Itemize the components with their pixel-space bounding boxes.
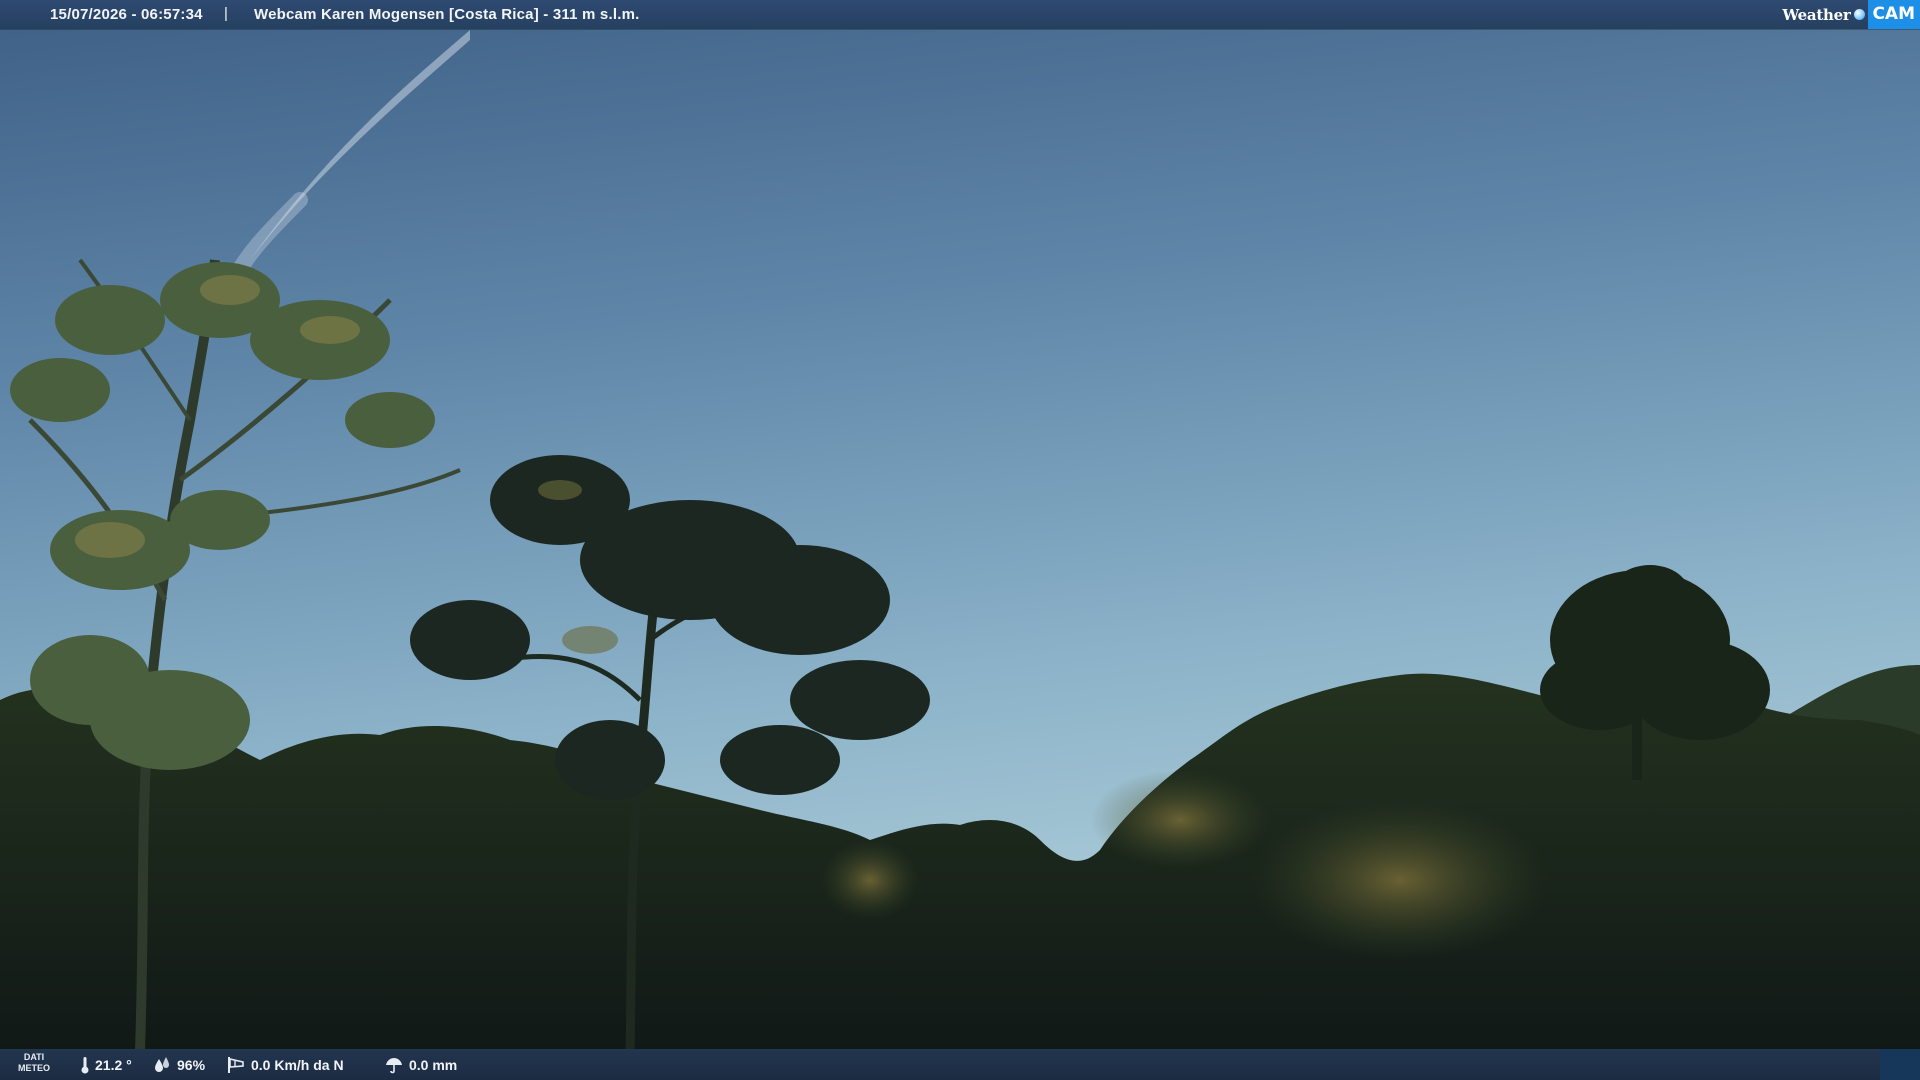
logo-dot-icon bbox=[1854, 9, 1866, 20]
capture-datetime: 15/07/2026 - 06:57:34 bbox=[50, 6, 203, 23]
weather-data-label: DATI METEO bbox=[18, 1052, 51, 1073]
temperature-reading: 21.2 ° bbox=[80, 1056, 132, 1074]
weather-data-bar: DATI METEO 21.2 ° 96% 0.0 Km/h da N 0.0 … bbox=[0, 1049, 1920, 1080]
rain-value: 0.0 mm bbox=[409, 1057, 458, 1073]
rain-reading: 0.0 mm bbox=[384, 1056, 457, 1074]
wind-value: 0.0 Km/h da N bbox=[251, 1057, 344, 1073]
header-separator: | bbox=[224, 5, 228, 22]
humidity-drops-icon bbox=[155, 1057, 169, 1072]
bottom-bar-corner bbox=[1880, 1049, 1920, 1080]
humidity-reading: 96% bbox=[152, 1056, 205, 1074]
weathercam-logo[interactable]: Weather CAM bbox=[1782, 0, 1920, 29]
logo-text-cam: CAM bbox=[1868, 0, 1920, 29]
header-bar: 15/07/2026 - 06:57:34 | Webcam Karen Mog… bbox=[0, 0, 1920, 29]
humidity-value: 96% bbox=[177, 1057, 206, 1073]
rain-umbrella-icon bbox=[386, 1058, 402, 1074]
webcam-image bbox=[0, 0, 1920, 1080]
thermometer-icon bbox=[81, 1057, 89, 1074]
logo-text-weather: Weather bbox=[1782, 5, 1851, 24]
landscape-photo bbox=[0, 0, 1920, 1080]
temperature-value: 21.2 ° bbox=[95, 1057, 132, 1073]
wind-reading: 0.0 Km/h da N bbox=[226, 1056, 344, 1074]
webcam-title: Webcam Karen Mogensen [Costa Rica] - 311… bbox=[254, 6, 640, 23]
wind-sock-icon bbox=[228, 1057, 244, 1073]
